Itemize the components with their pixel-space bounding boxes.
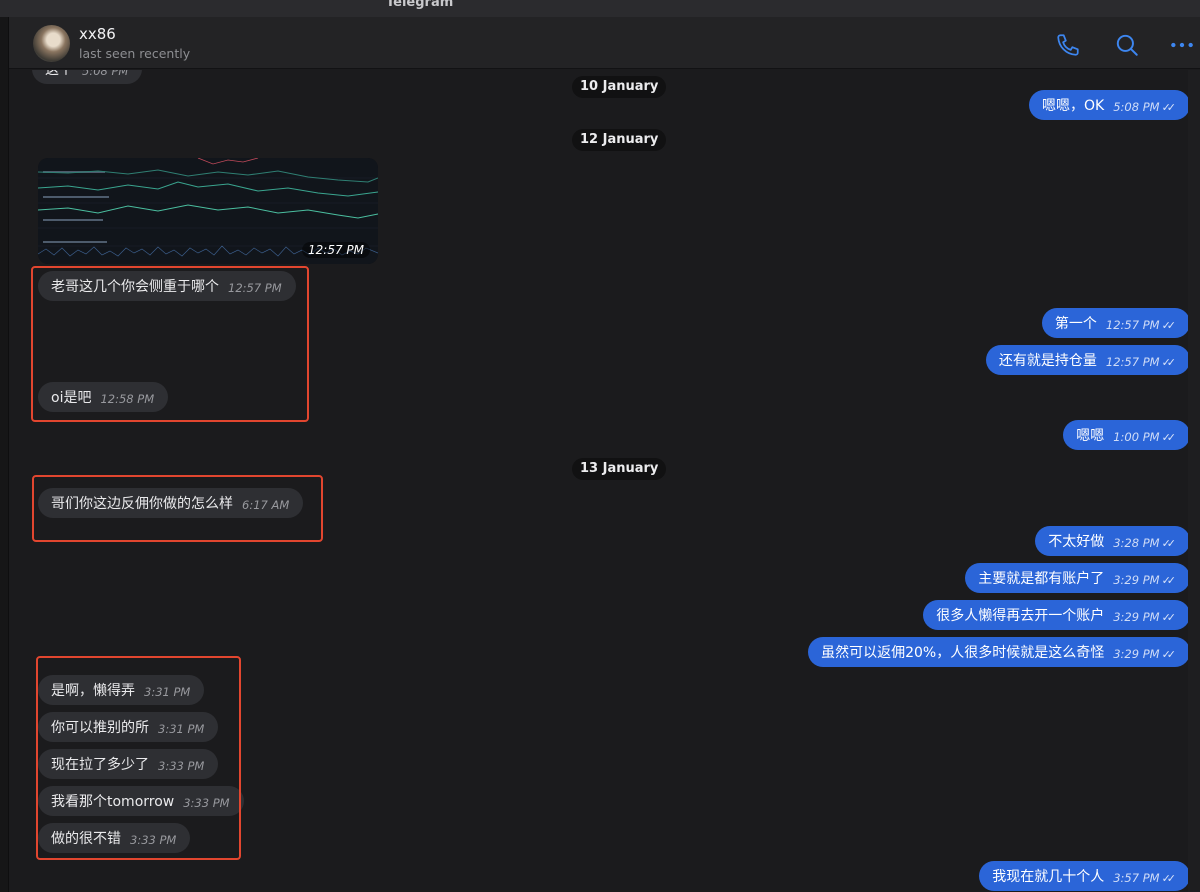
message-time: 3:29 PM — [1113, 573, 1160, 587]
read-check-icon: ✓✓ — [1161, 647, 1177, 661]
outgoing-message[interactable]: 不太好做 3:28 PM ✓✓ — [1035, 526, 1188, 556]
date-separator: 13 January — [572, 458, 667, 480]
message-text: 嗯嗯，OK — [1042, 98, 1105, 114]
message-text: 第一个 — [1054, 316, 1097, 332]
window-title: Telegram — [386, 0, 454, 10]
message-text: 不太好做 — [1048, 534, 1105, 550]
read-check-icon: ✓✓ — [1161, 100, 1177, 114]
message-text: 嗯嗯 — [1076, 428, 1105, 444]
phone-icon[interactable] — [1055, 32, 1081, 58]
contact-name[interactable]: xx86 — [79, 25, 116, 43]
highlight-box — [31, 266, 309, 422]
read-check-icon: ✓✓ — [1161, 536, 1177, 550]
avatar[interactable] — [33, 25, 70, 62]
outgoing-message[interactable]: 嗯嗯 1:00 PM ✓✓ — [1063, 420, 1188, 450]
message-time: 3:29 PM — [1113, 647, 1160, 661]
chat-header: xx86 last seen recently — [9, 17, 1200, 69]
message-time: 12:57 PM — [302, 242, 370, 258]
message-time: 12:57 PM — [1105, 355, 1160, 369]
read-check-icon: ✓✓ — [1161, 430, 1177, 444]
window-titlebar: Telegram — [0, 0, 1200, 17]
message-text: 很多人懒得再去开一个账户 — [936, 608, 1105, 624]
message-time: 1:00 PM — [1113, 430, 1160, 444]
message-text: 这个 — [45, 70, 73, 78]
message-list[interactable]: 这个 5:08 PM 10 January 12 January 13 Janu… — [10, 70, 1188, 892]
outgoing-message[interactable]: 嗯嗯，OK 5:08 PM ✓✓ — [1029, 90, 1188, 120]
message-text: 虽然可以返佣20%，人很多时候就是这么奇怪 — [821, 645, 1105, 661]
highlight-box — [36, 656, 241, 860]
read-check-icon: ✓✓ — [1161, 318, 1177, 332]
date-separator: 12 January — [572, 129, 667, 151]
left-panel-edge — [0, 17, 9, 892]
outgoing-message[interactable]: 很多人懒得再去开一个账户 3:29 PM ✓✓ — [923, 600, 1188, 630]
outgoing-message[interactable]: 虽然可以返佣20%，人很多时候就是这么奇怪 3:29 PM ✓✓ — [808, 637, 1188, 667]
message-time: 5:08 PM — [1113, 100, 1160, 114]
message-time: 3:29 PM — [1113, 610, 1160, 624]
outgoing-message[interactable]: 我现在就几十个人 3:57 PM ✓✓ — [979, 861, 1188, 891]
scrollbar-track[interactable] — [1188, 70, 1200, 892]
read-check-icon: ✓✓ — [1161, 871, 1177, 885]
message-time: 3:28 PM — [1113, 536, 1160, 550]
message-text: 我现在就几十个人 — [992, 869, 1105, 885]
message-time: 3:57 PM — [1113, 871, 1160, 885]
message-text: 主要就是都有账户了 — [978, 571, 1105, 587]
read-check-icon: ✓✓ — [1161, 573, 1177, 587]
outgoing-message[interactable]: 还有就是持仓量 12:57 PM ✓✓ — [985, 345, 1188, 375]
incoming-message[interactable]: 这个 5:08 PM — [32, 70, 143, 84]
contact-status: last seen recently — [79, 46, 191, 61]
search-icon[interactable] — [1114, 32, 1140, 58]
image-message[interactable]: 12:57 PM — [38, 158, 378, 264]
date-separator: 10 January — [572, 76, 667, 98]
message-time: 5:08 PM — [82, 70, 129, 78]
read-check-icon: ✓✓ — [1161, 355, 1177, 369]
more-icon[interactable] — [1169, 32, 1195, 58]
read-check-icon: ✓✓ — [1161, 610, 1177, 624]
outgoing-message[interactable]: 主要就是都有账户了 3:29 PM ✓✓ — [965, 563, 1188, 593]
highlight-box — [32, 475, 323, 542]
outgoing-message[interactable]: 第一个 12:57 PM ✓✓ — [1041, 308, 1188, 338]
message-text: 还有就是持仓量 — [998, 353, 1097, 369]
message-time: 12:57 PM — [1105, 318, 1160, 332]
